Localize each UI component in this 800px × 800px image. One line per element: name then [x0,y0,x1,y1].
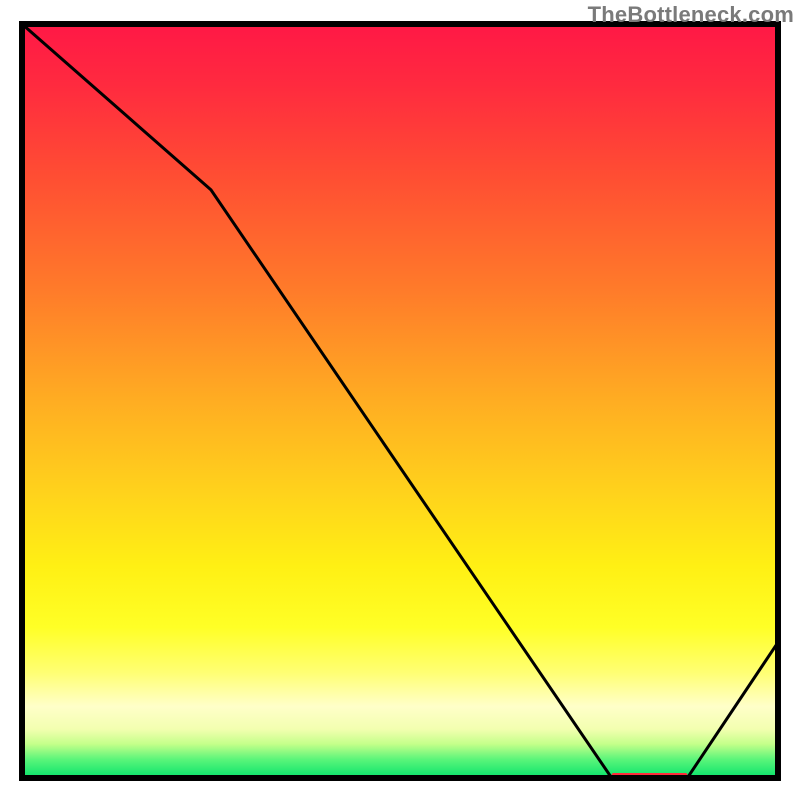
gradient-background [22,24,778,778]
watermark-text: TheBottleneck.com [588,2,794,28]
chart-stage: TheBottleneck.com [0,0,800,800]
plot-area [22,24,778,780]
bottleneck-chart [0,0,800,800]
